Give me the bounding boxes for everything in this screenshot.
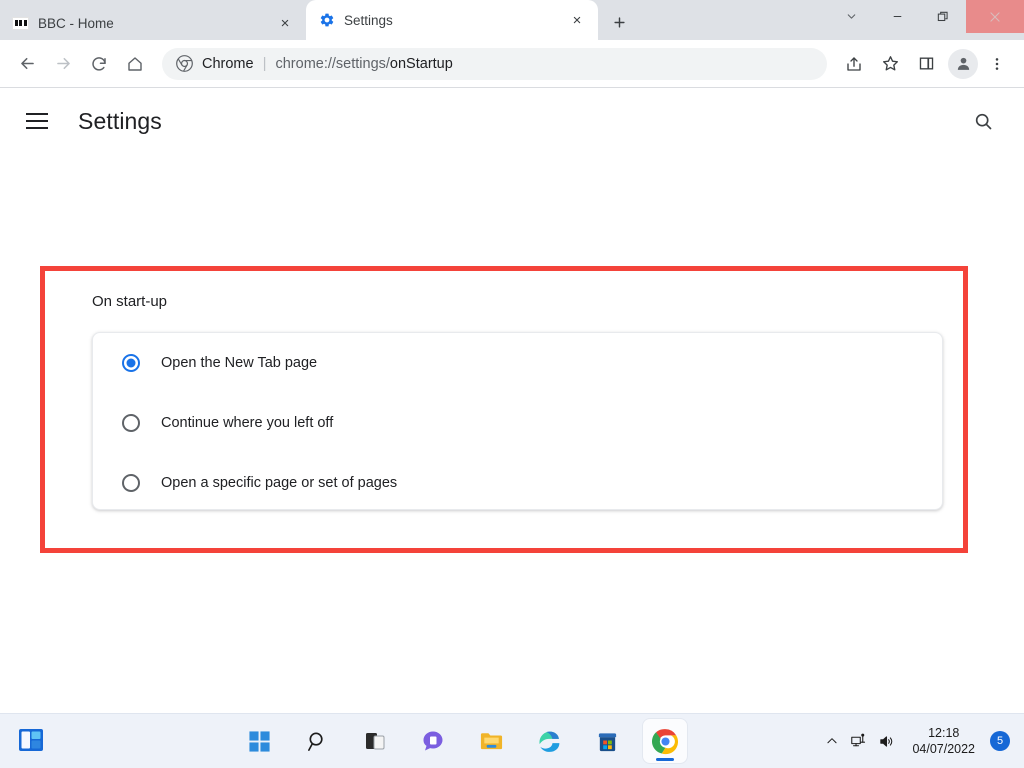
close-button[interactable] xyxy=(966,0,1024,33)
omnibox-app-name: Chrome xyxy=(202,55,254,72)
tab-search-button[interactable] xyxy=(828,0,874,33)
task-view-icon[interactable] xyxy=(353,719,397,763)
startup-options-card: Open the New Tab page Continue where you… xyxy=(92,332,943,510)
window-controls xyxy=(828,0,1024,40)
new-tab-button[interactable] xyxy=(604,7,634,37)
start-icon[interactable] xyxy=(237,719,281,763)
startup-option-label: Continue where you left off xyxy=(161,415,334,431)
profile-avatar-icon[interactable] xyxy=(948,48,978,79)
radio-button[interactable] xyxy=(122,414,140,432)
taskbar-left xyxy=(0,726,150,756)
clock-date: 04/07/2022 xyxy=(912,742,975,756)
search-icon[interactable] xyxy=(964,102,1002,140)
clock-time: 12:18 xyxy=(928,725,960,740)
taskbar-clock[interactable]: 12:18 04/07/2022 xyxy=(912,725,975,758)
startup-option-label: Open the New Tab page xyxy=(161,355,318,371)
omnibox-url-scheme: chrome://settings/ xyxy=(275,55,390,72)
file-explorer-icon[interactable] xyxy=(469,719,513,763)
page-title: Settings xyxy=(78,107,162,134)
taskbar-apps xyxy=(150,719,774,763)
hamburger-menu-icon[interactable] xyxy=(26,106,56,136)
tab-bbc-home[interactable]: BBC - Home × xyxy=(0,6,306,40)
star-icon[interactable] xyxy=(873,47,907,81)
chevron-up-icon[interactable] xyxy=(825,734,839,748)
browser-toolbar: Chrome | chrome://settings/onStartup xyxy=(0,40,1024,88)
chat-icon[interactable] xyxy=(411,719,455,763)
tab-title: BBC - Home xyxy=(38,15,114,31)
minimize-button[interactable] xyxy=(874,0,920,33)
radio-button[interactable] xyxy=(122,474,140,492)
reload-icon[interactable] xyxy=(82,47,116,81)
startup-option-specific-page[interactable]: Open a specific page or set of pages xyxy=(93,453,942,513)
tab-close-button[interactable]: × xyxy=(274,12,296,34)
three-dot-menu-icon[interactable] xyxy=(980,47,1014,81)
tab-strip: BBC - Home × Settings × xyxy=(0,0,1024,40)
radio-button-selected[interactable] xyxy=(122,354,140,372)
omnibox-separator: | xyxy=(262,55,267,72)
omnibox-url-path: onStartup xyxy=(389,55,453,72)
chrome-icon[interactable] xyxy=(643,719,687,763)
browser-window: BBC - Home × Settings × Chrome | chrome:… xyxy=(0,0,1024,768)
back-arrow-icon[interactable] xyxy=(10,47,44,81)
share-icon[interactable] xyxy=(837,47,871,81)
tab-settings[interactable]: Settings × xyxy=(306,0,598,40)
microsoft-store-icon[interactable] xyxy=(585,719,629,763)
windows-taskbar: 12:18 04/07/2022 5 xyxy=(0,713,1024,768)
section-heading: On start-up xyxy=(92,293,168,310)
startup-option-label: Open a specific page or set of pages xyxy=(161,475,398,491)
widgets-icon[interactable] xyxy=(16,726,48,756)
settings-page: Settings On start-up Open the New Tab pa… xyxy=(0,89,1024,713)
tab-title: Settings xyxy=(344,12,393,28)
address-bar[interactable]: Chrome | chrome://settings/onStartup xyxy=(162,47,827,80)
gear-icon xyxy=(318,12,335,29)
forward-arrow-icon[interactable] xyxy=(46,47,80,81)
bbc-blocks-icon xyxy=(12,15,29,32)
omnibox-url: chrome://settings/onStartup xyxy=(275,56,452,72)
volume-icon[interactable] xyxy=(878,733,895,750)
notification-badge[interactable]: 5 xyxy=(990,731,1010,751)
search-icon[interactable] xyxy=(295,719,339,763)
edge-icon[interactable] xyxy=(527,719,571,763)
settings-header: Settings xyxy=(0,89,1024,153)
startup-option-new-tab[interactable]: Open the New Tab page xyxy=(93,333,942,393)
system-tray: 12:18 04/07/2022 5 xyxy=(774,725,1024,758)
chrome-logo-icon xyxy=(176,55,193,72)
restore-button[interactable] xyxy=(920,0,966,33)
tab-close-button[interactable]: × xyxy=(566,9,588,31)
network-icon[interactable] xyxy=(850,733,867,750)
highlight-annotation: On start-up Open the New Tab page Contin… xyxy=(40,266,968,553)
home-icon[interactable] xyxy=(118,47,152,81)
side-panel-icon[interactable] xyxy=(909,47,943,81)
startup-option-continue[interactable]: Continue where you left off xyxy=(93,393,942,453)
